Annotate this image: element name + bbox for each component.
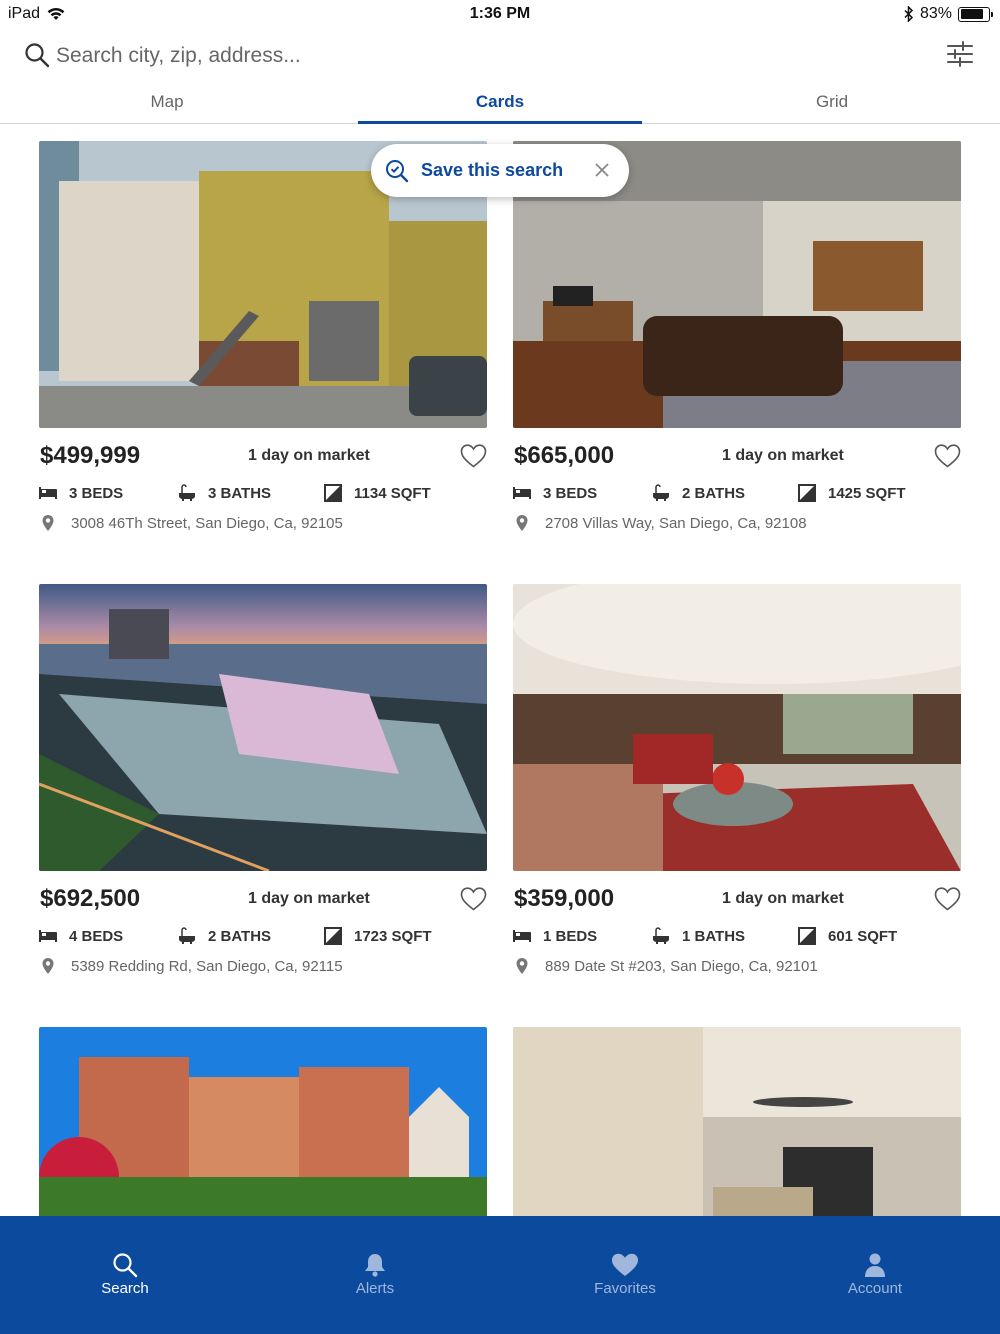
search-input[interactable] [56,39,916,73]
favorite-heart-icon[interactable] [460,886,487,912]
status-bar: iPad 1:36 PM 83% [0,0,1000,28]
baths-count: 1 BATHS [682,927,746,945]
view-tabs: Map Cards Grid [0,82,1000,124]
tab-grid[interactable]: Grid [642,82,1000,123]
nav-favorites[interactable]: Favorites [500,1216,750,1334]
nav-account[interactable]: Account [750,1216,1000,1334]
bluetooth-icon [904,6,914,22]
days-on-market: 1 day on market [248,447,370,464]
heart-icon [612,1253,638,1276]
beds-count: 1 BEDS [543,927,598,945]
favorite-heart-icon[interactable] [934,886,961,912]
listing-address: 5389 Redding Rd, San Diego, Ca, 92115 [71,957,343,975]
battery-icon [958,6,993,22]
nav-search-label: Search [101,1280,149,1297]
listing-price: $692,500 [40,885,141,912]
person-icon [865,1253,885,1277]
days-on-market: 1 day on market [722,890,844,907]
listing-photo[interactable] [513,584,961,871]
area-icon [798,927,816,945]
bathtub-icon [179,927,195,944]
area-icon [324,484,342,502]
search-icon [25,43,50,68]
area-icon [324,927,342,945]
listing-card[interactable]: $499,999 1 day on market 3 BEDS 3 BATHS … [39,141,487,532]
tab-cards[interactable]: Cards [358,82,642,124]
baths-count: 2 BATHS [208,927,272,945]
beds-count: 3 BEDS [543,484,598,502]
close-icon[interactable] [593,161,611,179]
bathtub-icon [653,484,669,501]
bottom-tab-bar: Search Alerts Favorites Account [0,1216,1000,1334]
nav-account-label: Account [847,1280,903,1297]
save-search-button[interactable]: Save this search [371,144,629,197]
bed-icon [39,930,57,942]
listing-cards: $499,999 1 day on market 3 BEDS 3 BATHS … [0,124,1000,1216]
nav-search[interactable]: Search [0,1216,250,1334]
days-on-market: 1 day on market [248,890,370,907]
days-on-market: 1 day on market [722,447,844,464]
bed-icon [513,487,531,499]
favorite-heart-icon[interactable] [460,443,487,469]
location-pin-icon [42,958,54,974]
listing-photo[interactable] [39,1027,487,1216]
tab-map[interactable]: Map [0,82,334,123]
listing-card[interactable] [39,1027,487,1216]
bed-icon [513,930,531,942]
location-pin-icon [516,958,528,974]
battery-percent: 83% [919,5,952,22]
listing-address: 3008 46Th Street, San Diego, Ca, 92105 [71,514,343,532]
sqft: 1425 SQFT [828,484,906,502]
nav-alerts[interactable]: Alerts [250,1216,500,1334]
listing-card[interactable]: $665,000 1 day on market 3 BEDS 2 BATHS … [513,141,961,532]
bed-icon [39,487,57,499]
save-search-label: Save this search [421,160,564,180]
listing-address: 889 Date St #203, San Diego, Ca, 92101 [545,957,818,975]
listing-price: $665,000 [514,442,615,469]
listing-card[interactable]: $692,500 1 day on market 4 BEDS 2 BATHS … [39,584,487,975]
sqft: 1723 SQFT [354,927,432,945]
sqft: 1134 SQFT [354,484,431,502]
nav-favorites-label: Favorites [594,1280,656,1297]
bathtub-icon [653,927,669,944]
beds-count: 4 BEDS [69,927,124,945]
bell-icon [365,1254,385,1277]
listing-photo[interactable] [513,1027,961,1216]
nav-alerts-label: Alerts [355,1280,395,1297]
listing-card[interactable]: $359,000 1 day on market 1 BEDS 1 BATHS … [513,584,961,975]
baths-count: 3 BATHS [208,484,272,502]
location-pin-icon [516,515,528,531]
area-icon [798,484,816,502]
listing-price: $499,999 [40,442,141,469]
search-icon [113,1253,138,1278]
favorite-heart-icon[interactable] [934,443,961,469]
status-time: 1:36 PM [469,5,531,22]
listing-address: 2708 Villas Way, San Diego, Ca, 92108 [545,514,807,532]
location-pin-icon [42,515,54,531]
listing-card[interactable] [513,1027,961,1216]
beds-count: 3 BEDS [69,484,124,502]
listing-price: $359,000 [514,885,615,912]
sqft: 601 SQFT [828,927,898,945]
filter-sliders-icon[interactable] [946,40,974,68]
battery-level [960,9,983,19]
bathtub-icon [179,484,195,501]
search-check-icon [386,159,409,182]
baths-count: 2 BATHS [682,484,746,502]
listing-photo[interactable] [39,584,487,871]
search-bar [0,36,1000,76]
